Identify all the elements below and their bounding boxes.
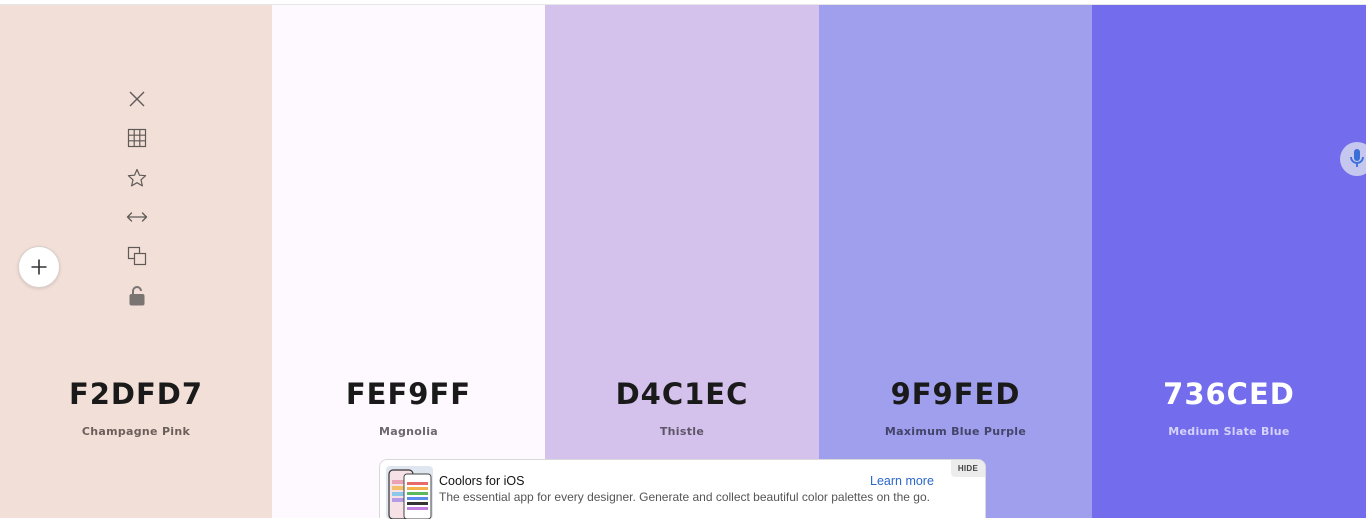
drag-arrows-icon[interactable]: [121, 201, 153, 233]
lock-open-icon[interactable]: [121, 280, 153, 312]
close-icon[interactable]: [121, 83, 153, 115]
color-hex-code[interactable]: 9F9FED: [819, 377, 1092, 411]
color-swatch-4[interactable]: 9F9FED Maximum Blue Purple: [819, 5, 1092, 518]
color-name: Thistle: [659, 425, 705, 438]
color-swatch-5[interactable]: 736CED Medium Slate Blue: [1092, 5, 1366, 518]
plus-icon: [31, 259, 47, 275]
ad-description: The essential app for every designer. Ge…: [439, 490, 930, 504]
app-thumbnail[interactable]: [386, 466, 433, 519]
color-hex-code[interactable]: FEF9FF: [272, 377, 545, 411]
color-hex-code[interactable]: 736CED: [1092, 377, 1366, 411]
palette: F2DFD7 Champagne Pink FEF9FF Magnolia D4…: [0, 5, 1366, 518]
hide-ad-button[interactable]: HIDE: [951, 460, 985, 477]
learn-more-link[interactable]: Learn more: [870, 474, 934, 488]
color-name: Maximum Blue Purple: [884, 425, 1027, 438]
add-color-button[interactable]: [18, 246, 60, 288]
color-swatch-3[interactable]: D4C1EC Thistle: [545, 5, 819, 518]
star-icon[interactable]: [121, 162, 153, 194]
color-name: Medium Slate Blue: [1168, 425, 1290, 438]
voice-input-button[interactable]: [1340, 142, 1366, 176]
color-name: Magnolia: [379, 425, 438, 438]
microphone-icon: [1350, 149, 1364, 167]
color-name: Champagne Pink: [81, 425, 191, 438]
ad-title[interactable]: Coolors for iOS: [439, 474, 524, 488]
ad-banner[interactable]: Coolors for iOS The essential app for ev…: [379, 459, 986, 519]
color-swatch-2[interactable]: FEF9FF Magnolia: [272, 5, 545, 518]
color-hex-code[interactable]: D4C1EC: [545, 377, 819, 411]
copy-icon[interactable]: [121, 240, 153, 272]
color-hex-code[interactable]: F2DFD7: [0, 377, 272, 411]
color-swatch-1[interactable]: F2DFD7 Champagne Pink: [0, 5, 272, 518]
shades-grid-icon[interactable]: [121, 122, 153, 154]
